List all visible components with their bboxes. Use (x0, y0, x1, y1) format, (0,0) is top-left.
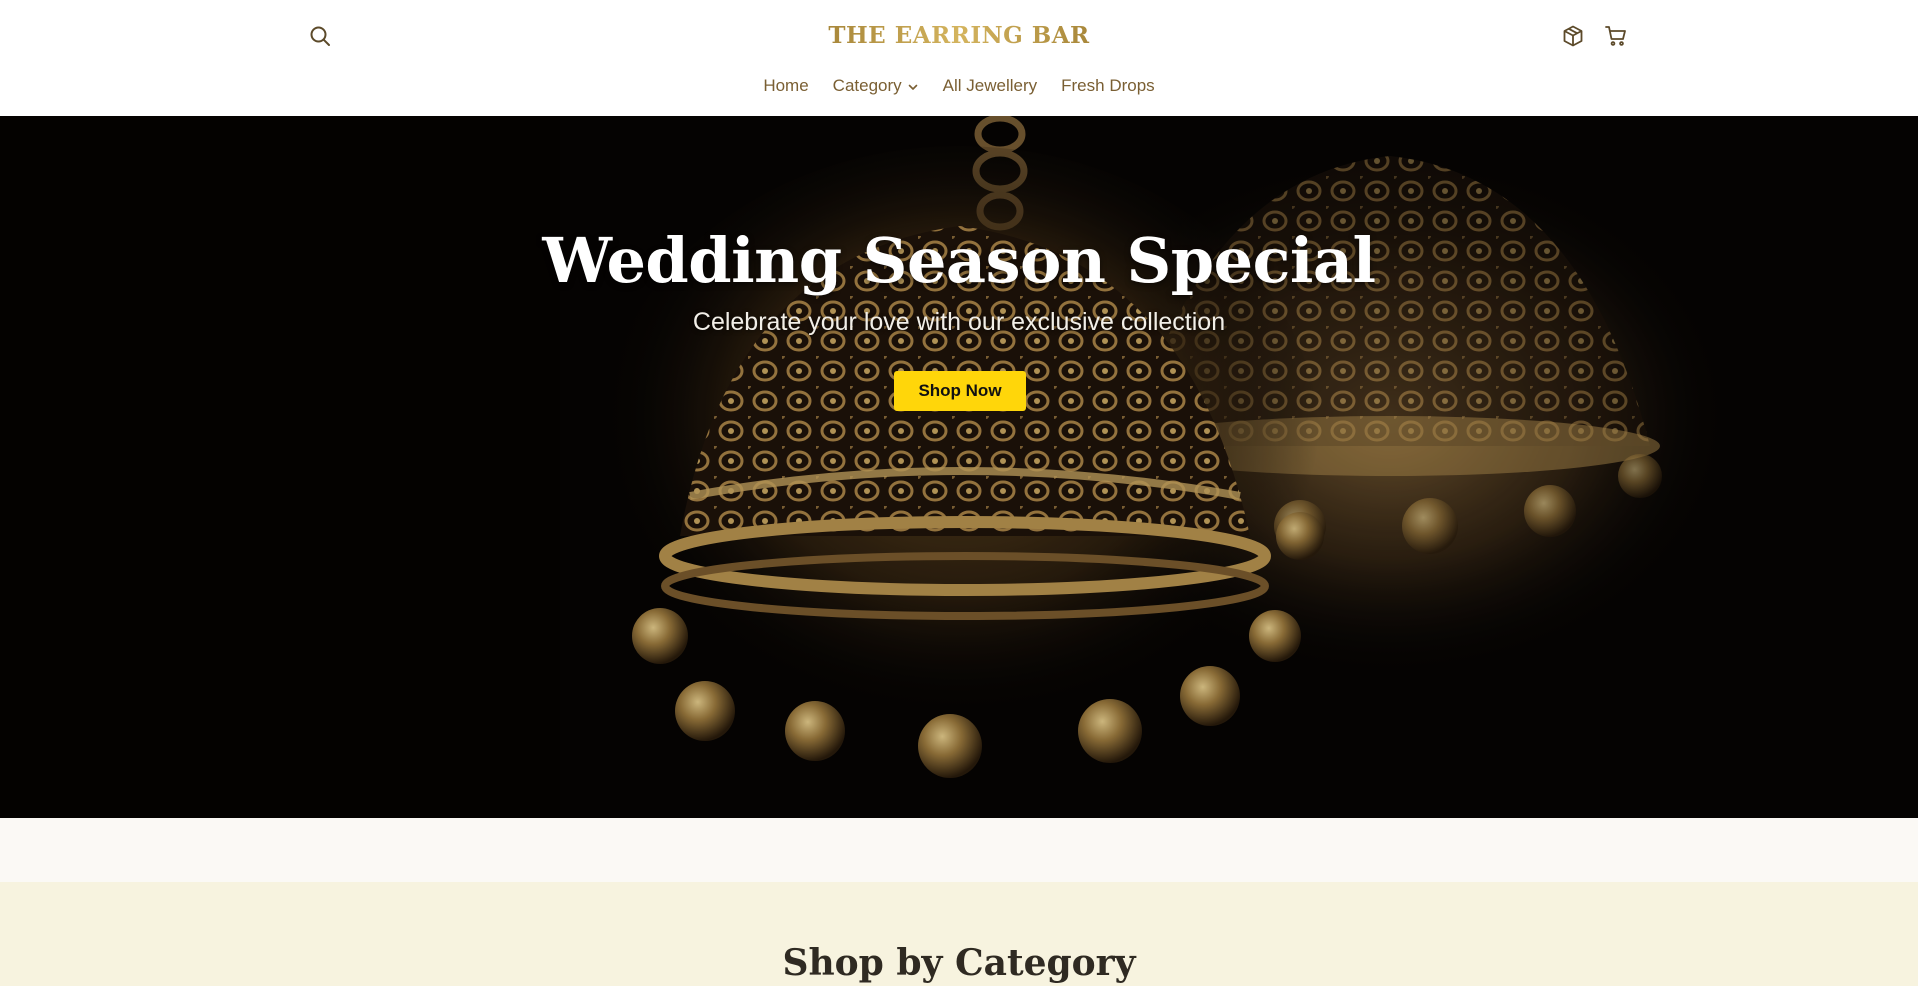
main-nav: Home Category All Jewellery Fresh Drops (0, 76, 1918, 96)
orders-button[interactable] (1559, 22, 1587, 50)
hero-title: Wedding Season Special (542, 224, 1376, 297)
section-spacer (0, 818, 1918, 882)
section-title: Shop by Category (782, 942, 1136, 984)
site-header: THE EARRING BAR Home Category All Jewell… (0, 0, 1918, 116)
hero-banner: Wedding Season Special Celebrate your lo… (0, 116, 1918, 818)
site-logo[interactable]: THE EARRING BAR (0, 22, 1918, 49)
hero-subtitle: Celebrate your love with our exclusive c… (692, 308, 1226, 336)
hero-background-image (0, 116, 1918, 818)
package-icon (1563, 25, 1583, 47)
chevron-down-icon (908, 84, 917, 90)
nav-all-jewellery[interactable]: All Jewellery (931, 76, 1049, 96)
nav-home[interactable]: Home (751, 76, 820, 96)
cart-icon (1605, 26, 1626, 46)
nav-category[interactable]: Category (821, 76, 931, 96)
nav-fresh-drops[interactable]: Fresh Drops (1049, 76, 1167, 96)
shop-by-category-section: Shop by Category (0, 882, 1918, 986)
cart-button[interactable] (1602, 22, 1630, 50)
shop-now-button[interactable]: Shop Now (894, 371, 1026, 411)
